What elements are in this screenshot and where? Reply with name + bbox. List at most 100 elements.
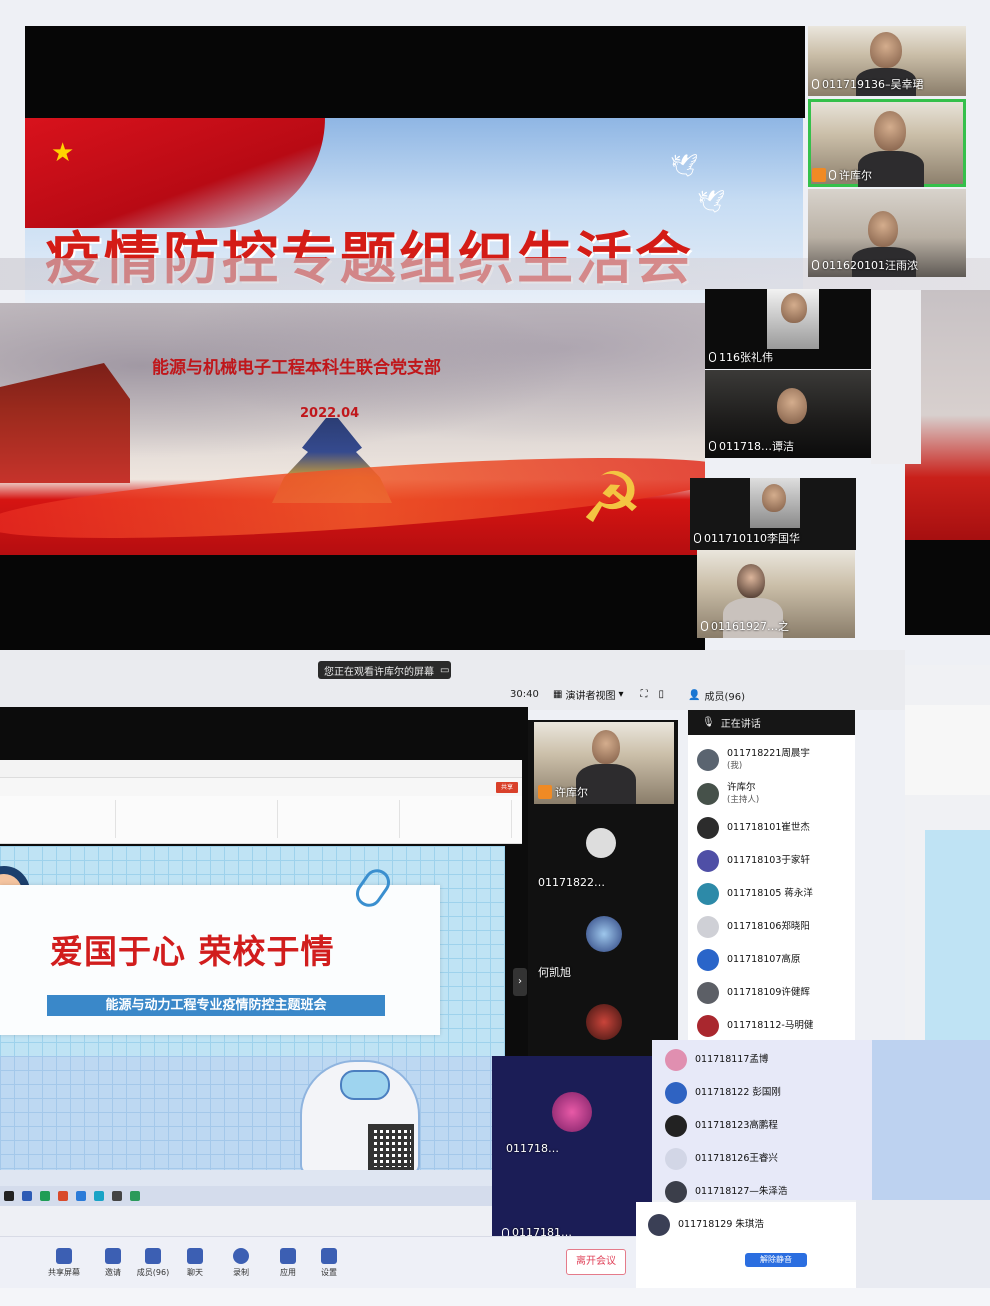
members-button[interactable]: 成员(96) xyxy=(133,1248,173,1278)
ppt-titlebar xyxy=(0,760,522,778)
ppt-subtitle: 能源与动力工程专业疫情防控主题班会 xyxy=(47,995,385,1016)
party-emblem-icon: ☭ xyxy=(580,457,643,539)
list-item[interactable]: 011718117孟博 xyxy=(665,1049,768,1071)
participant-head xyxy=(870,32,902,68)
member-name: 011718127—朱泽浩 xyxy=(695,1186,788,1197)
ppt-status-bar xyxy=(0,1170,492,1186)
app-icon[interactable] xyxy=(22,1191,32,1201)
collapse-icon[interactable]: ▭ xyxy=(440,665,449,676)
video-tile-name: 01161927…之 xyxy=(701,618,789,634)
sidebar-toggle-icon[interactable]: ▯ xyxy=(658,689,664,700)
video-tile[interactable]: 01161927…之 xyxy=(697,550,855,638)
tool-label: 邀请 xyxy=(105,1268,121,1277)
list-item[interactable]: 许库尔 (主持人) xyxy=(697,782,759,806)
video-strip: 许库尔 01171822… 何凯旭 xyxy=(528,720,678,1056)
org-name: 能源与机械电子工程本科生联合党支部 xyxy=(152,358,441,378)
list-item[interactable]: 011718103于家轩 xyxy=(697,850,810,872)
video-tile[interactable]: 116张礼伟 xyxy=(705,289,871,369)
member-name: 011718101崔世杰 xyxy=(727,822,810,833)
apps-button[interactable]: 应用 xyxy=(268,1248,308,1278)
list-item[interactable]: 011718221周晨宇 (我) xyxy=(697,748,810,772)
member-name: 许库尔 xyxy=(727,782,756,793)
participant-name: 011710110李国华 xyxy=(704,532,800,545)
participant-head xyxy=(874,111,906,151)
video-tile[interactable]: 011710110李国华 xyxy=(690,478,856,550)
list-item[interactable]: 011718101崔世杰 xyxy=(697,817,810,839)
list-item[interactable]: 011718105 蒋永洋 xyxy=(697,883,813,905)
list-item[interactable]: 011718129 朱琪浩 xyxy=(648,1214,764,1236)
participant-head xyxy=(868,211,898,247)
settings-button[interactable]: 设置 xyxy=(309,1248,349,1278)
ppt-ribbon xyxy=(0,796,522,844)
record-icon xyxy=(233,1248,249,1264)
person-icon: 👤 xyxy=(688,690,701,701)
participant-name: 许库尔 xyxy=(839,169,872,182)
right-edge-capture xyxy=(905,665,990,1040)
ppt-ribbon-tabs xyxy=(0,778,522,796)
app-icon[interactable] xyxy=(94,1191,104,1201)
view-mode-button[interactable]: ▦ 演讲者视图 ▾ ⛶ ▯ xyxy=(553,687,664,702)
search-icon[interactable] xyxy=(4,1191,14,1201)
fullscreen-icon[interactable]: ⛶ xyxy=(640,689,647,700)
avatar xyxy=(697,916,719,938)
app-icon[interactable] xyxy=(130,1191,140,1201)
ppt-share-button[interactable]: 共享 xyxy=(496,782,518,793)
video-tile-name: 116张礼伟 xyxy=(709,349,773,365)
member-name: 011718122 彭国刚 xyxy=(695,1087,781,1098)
app-icon[interactable] xyxy=(58,1191,68,1201)
video-tile-name: 何凯旭 xyxy=(538,964,571,980)
speaking-label: 正在讲话 xyxy=(720,719,761,730)
meeting-timer: 30:40 xyxy=(510,689,539,700)
list-item[interactable]: 011718122 彭国刚 xyxy=(665,1082,781,1104)
star-icon: ★ xyxy=(51,138,75,168)
chevron-down-icon: ▾ xyxy=(618,689,624,700)
video-tile-name: 011718…谭洁 xyxy=(709,438,794,454)
participant-head xyxy=(777,388,807,424)
right-gap xyxy=(871,290,921,464)
video-tile-active-speaker[interactable]: 许库尔 xyxy=(808,99,966,187)
view-mode-label: 演讲者视图 xyxy=(565,691,616,702)
video-tile[interactable]: 011718…谭洁 xyxy=(705,370,871,458)
share-screen-button[interactable]: 共享屏幕 xyxy=(44,1248,84,1278)
list-item[interactable]: 011718112-马明健 xyxy=(697,1015,813,1037)
list-item[interactable]: 011718127—朱泽浩 xyxy=(665,1181,787,1203)
member-name: 011718123高鹏程 xyxy=(695,1120,778,1131)
mic-icon xyxy=(701,621,708,631)
app-icon[interactable] xyxy=(40,1191,50,1201)
invite-button[interactable]: 邀请 xyxy=(93,1248,133,1278)
member-name: 011718107高原 xyxy=(727,954,801,965)
host-icon xyxy=(812,168,826,182)
participant-name: 01161927…之 xyxy=(711,620,789,633)
unmute-all-button[interactable]: 解除静音 xyxy=(745,1253,807,1267)
app-icon[interactable] xyxy=(112,1191,122,1201)
member-name: 011718103于家轩 xyxy=(727,855,810,866)
viewing-notice[interactable]: 您正在观看许库尔的屏幕 ▭ xyxy=(318,661,451,679)
list-item[interactable]: 011718123高鹏程 xyxy=(665,1115,778,1137)
video-tile[interactable]: 011620101汪雨浓 xyxy=(808,189,966,277)
dove-icon: 🕊 xyxy=(670,154,698,179)
video-tile-name: 011710110李国华 xyxy=(694,530,800,546)
members-icon xyxy=(145,1248,161,1264)
video-tile[interactable]: 011719136–吴幸珺 xyxy=(808,26,966,96)
avatar xyxy=(586,828,616,858)
leave-meeting-button[interactable]: 离开会议 xyxy=(566,1249,626,1275)
list-item[interactable]: 011718106郑晓阳 xyxy=(697,916,810,938)
chat-button[interactable]: 聊天 xyxy=(175,1248,215,1278)
app-icon[interactable] xyxy=(76,1191,86,1201)
list-item[interactable]: 011718107高原 xyxy=(697,949,800,971)
avatar xyxy=(697,817,719,839)
list-item[interactable]: 011718109许健辉 xyxy=(697,982,810,1004)
gear-icon xyxy=(321,1248,337,1264)
avatar xyxy=(697,949,719,971)
avatar xyxy=(697,850,719,872)
list-item[interactable]: 011718126王睿兴 xyxy=(665,1148,778,1170)
member-role: (我) xyxy=(727,761,743,771)
chat-icon xyxy=(187,1248,203,1264)
record-button[interactable]: 录制 xyxy=(221,1248,261,1278)
video-tile[interactable]: 许库尔 xyxy=(534,722,674,804)
participant-name: 011718…谭洁 xyxy=(719,440,794,453)
avatar xyxy=(665,1181,687,1203)
member-role: (主持人) xyxy=(727,795,760,805)
collapse-handle-icon[interactable]: › xyxy=(513,968,527,996)
avatar xyxy=(586,916,622,952)
